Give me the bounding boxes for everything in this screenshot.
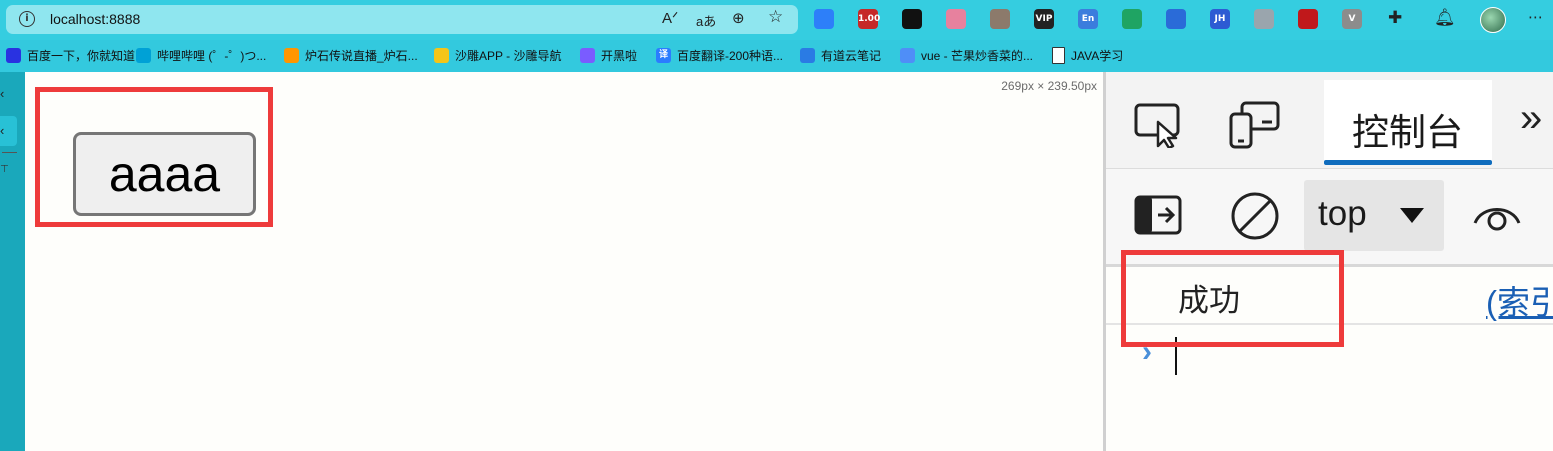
more-menu-icon[interactable]: ⋯ — [1528, 8, 1543, 26]
csdn-icon — [900, 47, 915, 63]
zoom-icon[interactable]: ⊕ — [732, 9, 745, 27]
page-viewport: 269px × 239.50px aaaa — [25, 72, 1103, 451]
ext-glasses-icon[interactable] — [902, 9, 922, 29]
highlight-box-button: aaaa — [35, 87, 273, 227]
favorite-add-icon[interactable]: ☆ — [768, 7, 783, 27]
ext-vip-icon[interactable]: VIP — [1034, 9, 1054, 29]
active-tab-indicator — [1324, 160, 1492, 165]
read-aloud-icon[interactable]: Aᐟ — [662, 9, 678, 27]
ext-pink-icon[interactable] — [946, 9, 966, 29]
show-sidebar-icon[interactable] — [1134, 195, 1182, 235]
bookmark-label: 哔哩哔哩 (゜-゜)つ... — [157, 48, 267, 63]
browser-toolbar: i localhost:8888 Aᐟ aあ ⊕ ☆ 1.00 VIP En JH V … — [0, 0, 1553, 40]
bookmarks-bar: 百度一下，你就知道 哔哩哔哩 (゜-゜)つ... 炉石传说直播_炉石... 沙雕APP… — [0, 40, 1553, 70]
youdao-note-icon — [800, 47, 815, 63]
ext-blue-icon[interactable] — [814, 9, 834, 29]
bookmark-item[interactable]: 沙雕APP - 沙雕导航 — [434, 45, 561, 65]
bookmark-item[interactable]: 开黑啦 — [580, 45, 637, 65]
ext-monitor-icon[interactable] — [1254, 9, 1274, 29]
bookmark-item[interactable]: 译百度翻译-200种语... — [656, 45, 783, 65]
more-tabs-icon[interactable]: » — [1520, 96, 1542, 141]
address-url[interactable]: localhost:8888 — [50, 11, 140, 27]
devtools-tab-bar: 控制台 » — [1106, 72, 1553, 169]
file-icon — [1052, 46, 1065, 64]
device-emulation-icon[interactable] — [1228, 100, 1280, 150]
inspect-element-icon[interactable] — [1134, 102, 1184, 148]
bookmark-item[interactable]: 百度一下，你就知道 — [6, 45, 135, 65]
sidebar-divider — [2, 152, 17, 153]
bookmark-label: 百度翻译-200种语... — [677, 48, 784, 63]
bilibili-icon — [136, 47, 151, 63]
element-dimensions-label: 269px × 239.50px — [1001, 79, 1097, 93]
highlight-box-console-log — [1121, 250, 1344, 347]
translate-icon[interactable]: aあ — [696, 11, 716, 30]
dropdown-arrow-icon — [1400, 208, 1424, 223]
address-bar[interactable]: i localhost:8888 Aᐟ aあ ⊕ ☆ — [6, 5, 798, 34]
ext-jh-icon[interactable]: JH — [1210, 9, 1230, 29]
bookmark-item[interactable]: 哔哩哔哩 (゜-゜)つ... — [136, 45, 266, 65]
baidu-translate-icon: 译 — [656, 47, 671, 63]
tab-console[interactable]: 控制台 — [1324, 80, 1492, 165]
ext-version-icon[interactable]: 1.00 — [858, 9, 880, 29]
huya-icon — [284, 47, 299, 63]
bookmark-label: vue - 芒果炒香菜的... — [921, 48, 1034, 63]
console-log-source-link[interactable]: (索引 — [1486, 276, 1553, 324]
bookmark-item[interactable]: JAVA学习 — [1052, 45, 1123, 65]
bookmark-item[interactable]: 炉石传说直播_炉石... — [284, 45, 418, 65]
notifications-bell-icon[interactable]: 🔔︎ — [1434, 8, 1456, 28]
bookmark-label: JAVA学习 — [1071, 48, 1124, 63]
sidebar-tab[interactable]: ‹ — [0, 116, 17, 146]
site-info-icon[interactable]: i — [19, 11, 35, 27]
tab-console-label: 控制台 — [1352, 112, 1463, 153]
extensions-puzzle-icon[interactable]: ✚ — [1388, 8, 1402, 28]
smile-icon — [434, 47, 449, 63]
live-expression-eye-icon[interactable] — [1472, 197, 1522, 233]
context-selector-label: top — [1318, 194, 1367, 233]
baidu-icon — [6, 47, 21, 63]
bookmark-label: 百度一下，你就知道 — [27, 48, 136, 63]
ext-v-icon[interactable]: V — [1342, 9, 1362, 29]
profile-avatar[interactable] — [1480, 7, 1506, 33]
sidebar-text-glyph: ⊤ — [0, 164, 9, 175]
page-button[interactable]: aaaa — [73, 132, 256, 216]
context-selector[interactable]: top — [1304, 180, 1444, 251]
clear-console-icon[interactable] — [1230, 191, 1280, 241]
ext-book-icon[interactable] — [990, 9, 1010, 29]
kaiheila-icon — [580, 47, 595, 63]
bookmark-label: 沙雕APP - 沙雕导航 — [455, 48, 562, 63]
ext-window-icon[interactable] — [1166, 9, 1186, 29]
ext-red-circle-icon[interactable] — [1298, 9, 1318, 29]
bookmark-label: 有道云笔记 — [821, 48, 882, 63]
bookmark-label: 炉石传说直播_炉石... — [305, 48, 418, 63]
bookmark-item[interactable]: vue - 芒果炒香菜的... — [900, 45, 1033, 65]
ext-en-icon[interactable]: En — [1078, 9, 1098, 29]
sidebar-strip: ‹ ‹ ⊤ — [0, 72, 25, 451]
bookmark-label: 开黑啦 — [601, 48, 638, 63]
ext-shield-icon[interactable] — [1122, 9, 1142, 29]
collapse-icon[interactable]: ‹ — [0, 86, 4, 101]
bookmark-item[interactable]: 有道云笔记 — [800, 45, 881, 65]
